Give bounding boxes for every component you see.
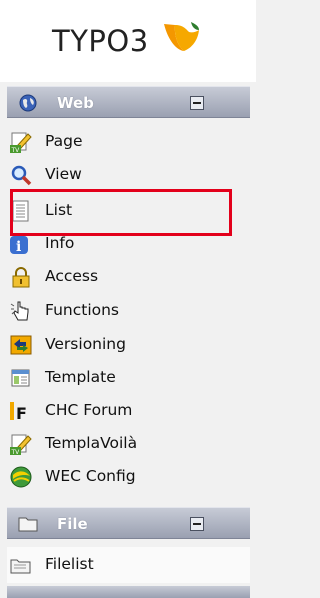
menu-item-label: Filelist <box>45 555 94 573</box>
page-edit-icon: TV <box>10 132 32 153</box>
section-header-web[interactable]: Web <box>7 86 250 118</box>
menu-item-wec-config[interactable]: WEC Config <box>10 462 230 492</box>
menu-item-label: Info <box>45 234 75 252</box>
globe-icon <box>19 94 37 112</box>
svg-text:TV: TV <box>11 449 21 455</box>
menu-item-template[interactable]: Template <box>10 363 230 393</box>
padlock-icon <box>12 267 30 288</box>
menu-item-view[interactable]: View <box>10 160 230 190</box>
filelist-icon <box>10 559 31 574</box>
menu-item-versioning[interactable]: Versioning <box>10 330 230 360</box>
menu-item-label: CHC Forum <box>45 401 133 419</box>
menu-item-label: WEC Config <box>45 467 136 485</box>
menu-item-label: Functions <box>45 301 120 319</box>
logo-text: TYPO3 <box>52 24 149 58</box>
menu-item-label: TemplaVoilà <box>45 434 138 452</box>
menu-item-label: Versioning <box>45 335 126 353</box>
section-label-file: File <box>57 515 88 533</box>
menu-item-functions[interactable]: Functions <box>10 296 230 326</box>
section-header-file[interactable]: File <box>7 507 250 539</box>
folder-icon <box>18 517 38 532</box>
menu-item-label: View <box>45 165 82 183</box>
template-icon <box>11 369 30 387</box>
list-highlight-box <box>10 189 232 236</box>
versioning-icon <box>10 335 32 355</box>
svg-text:F: F <box>16 404 27 422</box>
menu-item-label: Template <box>45 368 116 386</box>
svg-text:i: i <box>16 239 21 255</box>
info-icon: i <box>10 236 28 255</box>
menu-item-label: Access <box>45 267 99 285</box>
magnifier-icon <box>11 165 32 186</box>
templavoila-icon: TV <box>10 434 32 455</box>
menu-item-filelist[interactable]: Filelist <box>10 550 230 580</box>
menu-item-page[interactable]: TV Page <box>10 127 230 157</box>
next-section-header <box>7 586 250 598</box>
typo3-logo-icon <box>164 22 199 51</box>
section-label-web: Web <box>57 94 94 112</box>
typo3-logo: TYPO3 <box>0 0 256 82</box>
menu-item-chc-forum[interactable]: F CHC Forum <box>10 396 230 426</box>
hand-pointer-icon <box>10 301 29 321</box>
forum-icon: F <box>10 402 27 422</box>
svg-text:TV: TV <box>11 147 21 153</box>
collapse-toggle-file[interactable] <box>190 517 204 531</box>
collapse-toggle-web[interactable] <box>190 96 204 110</box>
menu-item-label: Page <box>45 132 83 150</box>
menu-item-templavoila[interactable]: TV TemplaVoilà <box>10 429 230 459</box>
menu-item-access[interactable]: Access <box>10 262 230 292</box>
wec-config-icon <box>10 466 32 488</box>
